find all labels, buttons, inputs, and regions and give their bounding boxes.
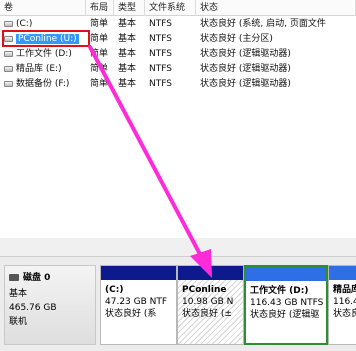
- partition-status: 状态良好 (系: [105, 309, 157, 319]
- volume-filesystem: NTFS: [149, 49, 172, 59]
- partition-bar: [329, 266, 356, 280]
- partition-bar: [101, 266, 176, 280]
- partition-status: 状态良好 (逻辑驱: [250, 310, 320, 320]
- disk-icon: [9, 274, 19, 281]
- volume-layout: 简单: [90, 64, 109, 74]
- volume-name: (C:): [16, 19, 33, 29]
- partition-size: 116.43 GB NTFS: [250, 298, 324, 308]
- partition-name: 精品库: [333, 285, 356, 295]
- disk-type: 基本: [9, 289, 28, 299]
- volume-icon: [4, 66, 13, 72]
- volume-type: 基本: [118, 19, 137, 29]
- column-layout[interactable]: 布局: [86, 0, 114, 16]
- volume-name: 数据备份 (F:): [16, 79, 70, 89]
- splitter[interactable]: [0, 238, 356, 256]
- volume-layout: 简单: [90, 34, 109, 44]
- volume-name: 工作文件 (D:): [16, 49, 72, 59]
- volume-status: 状态良好 (逻辑驱动器): [200, 79, 291, 89]
- disk-state: 联机: [9, 317, 28, 327]
- volume-type: 基本: [118, 79, 137, 89]
- volume-filesystem: NTFS: [149, 34, 172, 44]
- volume-type: 基本: [118, 49, 137, 59]
- disk-size: 465.76 GB: [9, 303, 57, 313]
- disk-map: 磁盘 0 基本 465.76 GB 联机 (C:) 47.23 GB NTF 状…: [0, 256, 356, 351]
- partition-status: 状态良好 (±: [182, 309, 232, 319]
- volume-icon: [4, 51, 13, 57]
- volume-layout: 简单: [90, 49, 109, 59]
- volume-icon: [4, 21, 13, 27]
- volume-layout: 简单: [90, 79, 109, 89]
- volume-row[interactable]: 工作文件 (D:) 简单 基本 NTFS 状态良好 (逻辑驱动器): [0, 48, 356, 61]
- volume-status: 状态良好 (逻辑驱动器): [200, 64, 291, 74]
- partition-name: 工作文件 (D:): [250, 286, 309, 296]
- volume-filesystem: NTFS: [149, 64, 172, 74]
- volume-filesystem: NTFS: [149, 79, 172, 89]
- partition-d[interactable]: 工作文件 (D:) 116.43 GB NTFS 状态良好 (逻辑驱: [244, 265, 328, 345]
- volume-type: 基本: [118, 64, 137, 74]
- volume-status: 状态良好 (逻辑驱动器): [200, 49, 291, 59]
- partition-c[interactable]: (C:) 47.23 GB NTF 状态良好 (系: [100, 265, 177, 345]
- partition-size: 47.23 GB NTF: [105, 297, 168, 307]
- volume-row[interactable]: 精品库 (E:) 简单 基本 NTFS 状态良好 (逻辑驱动器): [0, 63, 356, 76]
- volume-row[interactable]: 数据备份 (F:) 简单 基本 NTFS 状态良好 (逻辑驱动器): [0, 78, 356, 91]
- volume-icon: [4, 81, 13, 87]
- partition-name: PConline: [182, 285, 227, 295]
- volume-status: 状态良好 (主分区): [200, 34, 273, 44]
- column-filesystem[interactable]: 文件系统: [145, 0, 196, 16]
- partition-name: (C:): [105, 285, 124, 295]
- column-volume[interactable]: 卷: [0, 0, 86, 16]
- volume-type: 基本: [118, 34, 137, 44]
- partition-bar: [178, 266, 243, 280]
- partition-size: 116.4: [333, 297, 356, 307]
- disk-name: 磁盘 0: [23, 273, 51, 283]
- partition-status: 状态良: [333, 309, 356, 319]
- volume-filesystem: NTFS: [149, 19, 172, 29]
- highlight-box: [2, 30, 90, 47]
- partition-pconline[interactable]: PConline 10.98 GB N 状态良好 (±: [177, 265, 244, 345]
- volume-name: 精品库 (E:): [16, 64, 62, 74]
- volume-layout: 简单: [90, 19, 109, 29]
- column-header: 卷 布局 类型 文件系统 状态: [0, 0, 356, 16]
- volume-list: 卷 布局 类型 文件系统 状态 (C:) 简单 基本 NTFS 状态良好 (系统…: [0, 0, 356, 238]
- column-type[interactable]: 类型: [114, 0, 145, 16]
- partition-size: 10.98 GB N: [182, 297, 234, 307]
- disk-info[interactable]: 磁盘 0 基本 465.76 GB 联机: [4, 265, 96, 345]
- column-status[interactable]: 状态: [196, 0, 356, 16]
- partition-e[interactable]: 精品库 116.4 状态良: [328, 265, 356, 345]
- volume-status: 状态良好 (系统, 启动, 页面文件: [200, 19, 326, 29]
- partition-bar: [246, 267, 326, 281]
